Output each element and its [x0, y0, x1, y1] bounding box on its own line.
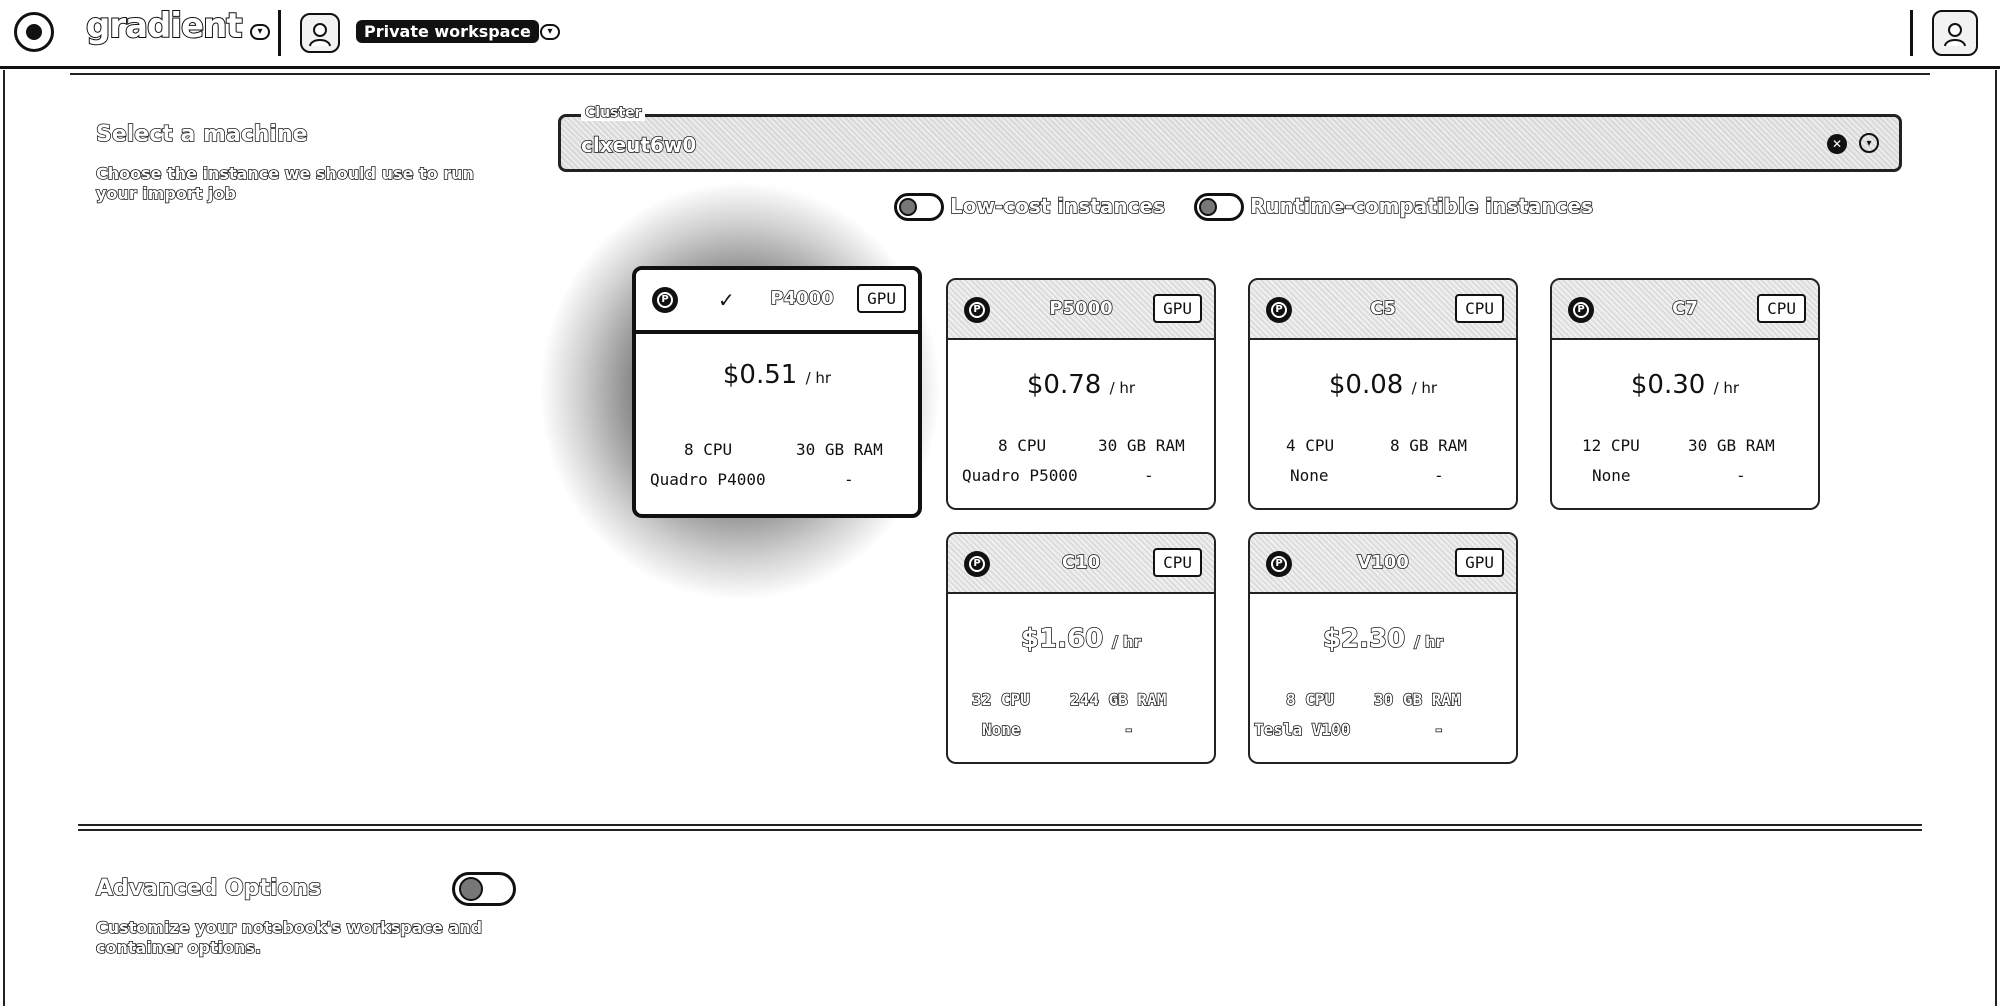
machine-extra: -: [1123, 719, 1134, 740]
machine-price: $2.30 / hr: [1322, 623, 1444, 655]
advanced-options-toggle[interactable]: [452, 872, 516, 906]
machine-type-badge: CPU: [1757, 294, 1806, 323]
card-header: P P5000 GPU: [948, 280, 1214, 340]
machine-price: $0.30 / hr: [1630, 370, 1740, 400]
cluster-select[interactable]: Cluster clxeut6w0 ✕ ▾: [558, 104, 1902, 172]
card-header: P C10 CPU: [948, 534, 1214, 594]
runtime-compatible-toggle[interactable]: [1194, 193, 1244, 221]
low-cost-label: Low-cost instances: [949, 193, 1165, 219]
machine-ram: 244 GB RAM: [1069, 689, 1167, 710]
machine-cpu: 8 CPU: [684, 440, 733, 459]
section-description-machine: Choose the instance we should use to run…: [95, 163, 474, 204]
machine-gpu: Quadro P5000: [962, 466, 1078, 485]
machine-cpu: 32 CPU: [971, 689, 1030, 710]
top-bar: gradient ▾ Private workspace ▾: [0, 0, 2000, 69]
section-divider: [78, 824, 1922, 826]
machine-ram: 30 GB RAM: [796, 440, 883, 459]
machine-type-badge: CPU: [1455, 294, 1504, 323]
card-header: P C5 CPU: [1250, 280, 1516, 340]
machine-extra: -: [1736, 466, 1746, 485]
gradient-logo-icon[interactable]: [14, 12, 54, 52]
section-description-advanced: Customize your notebook's workspace and …: [95, 917, 483, 958]
brand-name[interactable]: gradient: [85, 5, 244, 47]
machine-price: $0.08 / hr: [1328, 370, 1438, 400]
user-avatar-icon: [309, 23, 331, 47]
machine-type-badge: GPU: [1455, 548, 1504, 577]
machine-ram: 30 GB RAM: [1098, 436, 1185, 455]
chevron-down-icon[interactable]: ▾: [1859, 133, 1879, 153]
machine-extra: -: [1144, 466, 1154, 485]
machine-gpu: Quadro P4000: [650, 470, 766, 489]
frame-border: [3, 70, 5, 1006]
section-divider: [78, 829, 1922, 831]
cluster-value: clxeut6w0: [580, 132, 697, 158]
machine-type-badge: GPU: [857, 284, 906, 313]
machine-card-p5000[interactable]: P P5000 GPU $0.78 / hr 8 CPU 30 GB RAM Q…: [946, 278, 1216, 510]
machine-card-c10[interactable]: P C10 CPU $1.60 / hr 32 CPU 244 GB RAM N…: [946, 532, 1216, 764]
cluster-label: Cluster: [581, 104, 646, 122]
workspace-chevron-down-icon[interactable]: ▾: [540, 24, 560, 40]
account-avatar[interactable]: [1932, 10, 1978, 56]
machine-gpu: Tesla V100: [1253, 719, 1351, 740]
card-header: P V100 GPU: [1250, 534, 1516, 594]
workspace-name[interactable]: Private workspace: [356, 20, 539, 43]
machine-card-c5[interactable]: P C5 CPU $0.08 / hr 4 CPU 8 GB RAM None …: [1248, 278, 1518, 510]
machine-gpu: None: [1290, 466, 1329, 485]
card-header: P ✓ P4000 GPU: [636, 270, 918, 334]
machine-extra: -: [1434, 466, 1444, 485]
user-avatar-icon: [1944, 23, 1966, 47]
divider: [70, 73, 1930, 75]
low-cost-toggle[interactable]: [894, 193, 944, 221]
frame-border: [1995, 70, 1997, 1006]
divider: [278, 10, 281, 56]
machine-gpu: None: [1592, 466, 1631, 485]
machine-card-c7[interactable]: P C7 CPU $0.30 / hr 12 CPU 30 GB RAM Non…: [1550, 278, 1820, 510]
paperspace-icon: P: [652, 287, 678, 313]
machine-price: $0.78 / hr: [1026, 370, 1136, 400]
machine-price: $0.51 / hr: [722, 360, 832, 390]
machine-price: $1.60 / hr: [1020, 623, 1142, 655]
machine-cpu: 8 CPU: [1285, 689, 1335, 710]
machine-cpu: 12 CPU: [1582, 436, 1640, 455]
section-title-advanced: Advanced Options: [95, 875, 322, 902]
machine-extra: -: [1433, 719, 1444, 740]
machine-type-badge: GPU: [1153, 294, 1202, 323]
machine-ram: 30 GB RAM: [1688, 436, 1775, 455]
workspace-avatar[interactable]: [300, 13, 340, 53]
runtime-compatible-label: Runtime-compatible instances: [1249, 193, 1593, 219]
machine-cpu: 8 CPU: [998, 436, 1047, 455]
clear-icon[interactable]: ✕: [1827, 134, 1847, 154]
divider: [1910, 10, 1913, 56]
machine-ram: 30 GB RAM: [1373, 689, 1461, 710]
machine-gpu: None: [981, 719, 1021, 740]
machine-type-badge: CPU: [1153, 548, 1202, 577]
machine-card-v100[interactable]: P V100 GPU $2.30 / hr 8 CPU 30 GB RAM Te…: [1248, 532, 1518, 764]
machine-ram: 8 GB RAM: [1390, 436, 1468, 455]
machine-cpu: 4 CPU: [1286, 436, 1335, 455]
card-header: P C7 CPU: [1552, 280, 1818, 340]
team-chevron-down-icon[interactable]: ▾: [250, 24, 270, 40]
section-title-machine: Select a machine: [95, 121, 308, 148]
machine-extra: -: [844, 470, 854, 489]
machine-card-p4000[interactable]: P ✓ P4000 GPU $0.51 / hr 8 CPU 30 GB RAM…: [632, 266, 922, 518]
